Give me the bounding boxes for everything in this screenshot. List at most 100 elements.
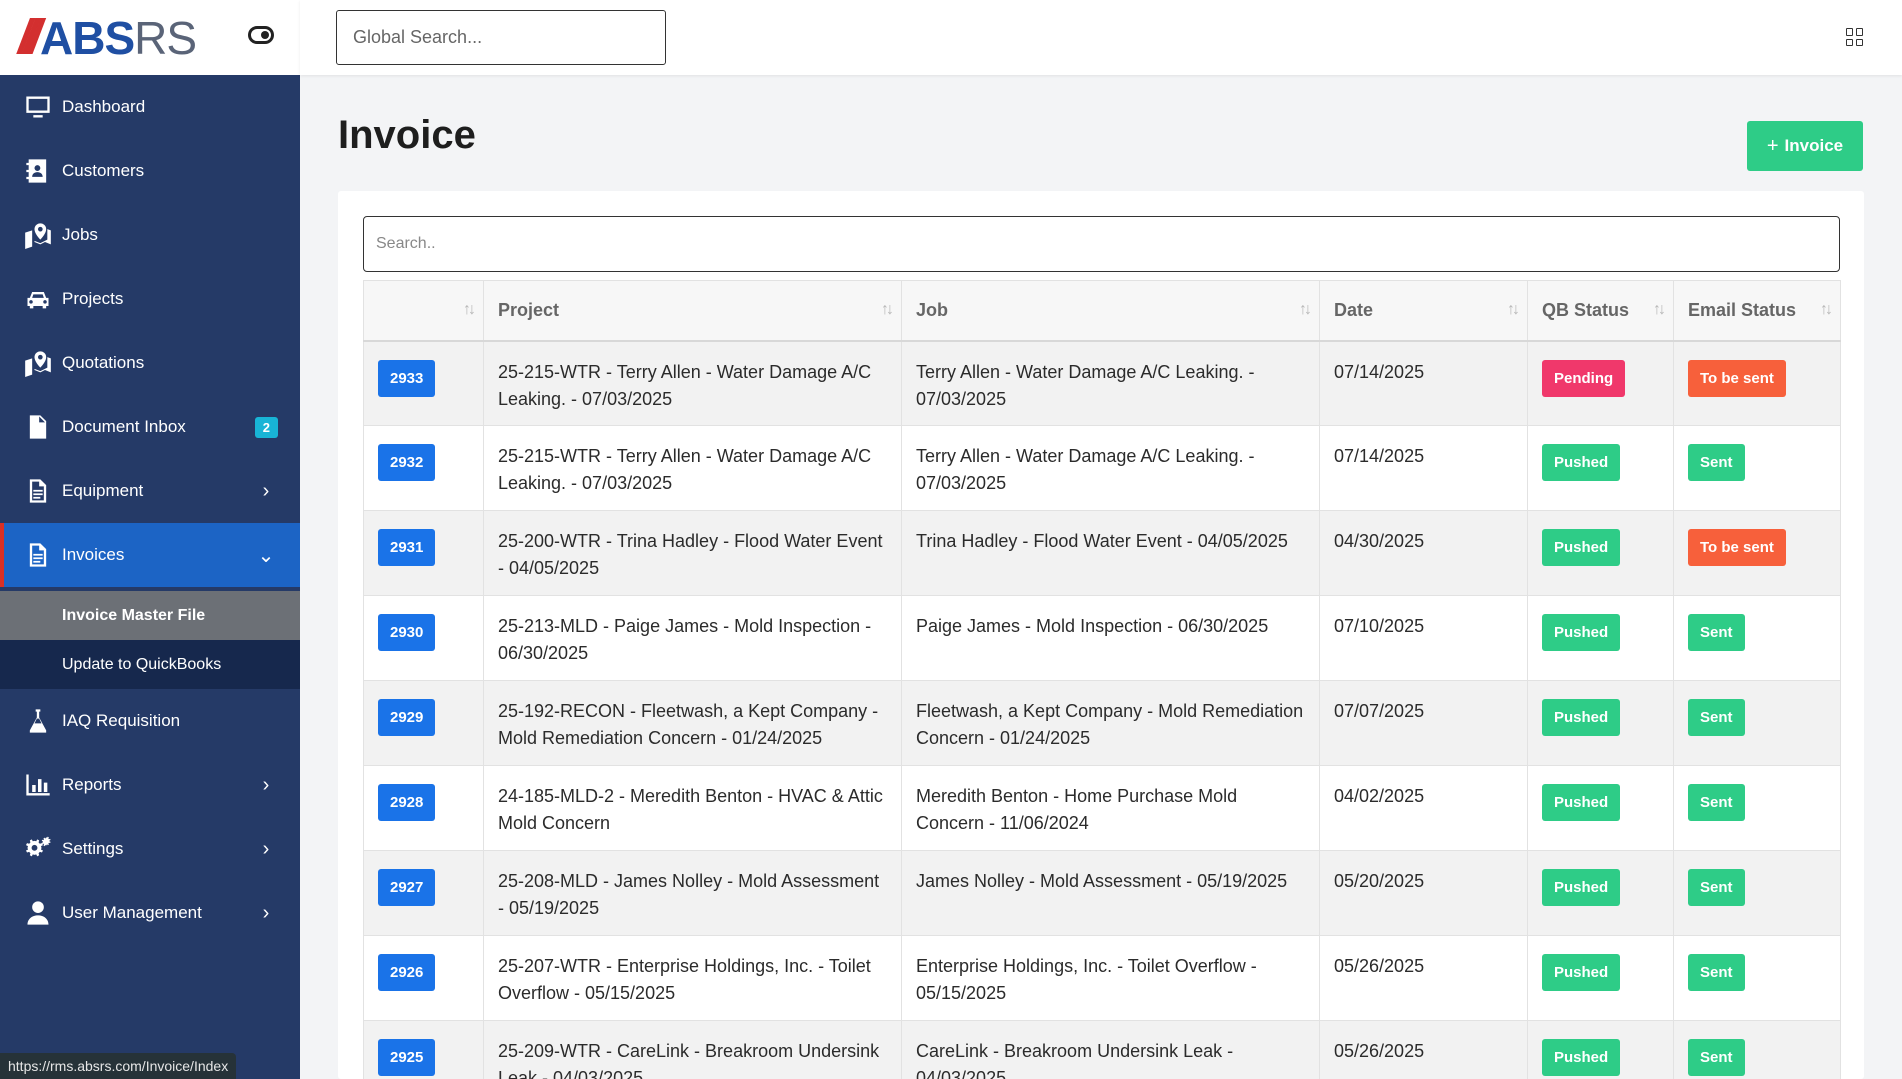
sort-icon[interactable]: ↑↓ (1653, 301, 1666, 319)
cell-date: 05/26/2025 (1319, 935, 1528, 1021)
invoice-table-card: ↑↓ Project↑↓ Job↑↓ Date↑↓ QB Status↑↓ Em… (338, 191, 1864, 1079)
sidebar-item-label: Reports (62, 775, 122, 794)
logo-bar: /// ABSRS (0, 0, 300, 75)
table-row[interactable]: 2932 25-215-WTR - Terry Allen - Water Dam… (363, 425, 1841, 511)
invoice-table-body: 2933 25-215-WTR - Terry Allen - Water Dam… (363, 340, 1841, 1079)
global-search-input[interactable] (336, 10, 666, 65)
sort-icon[interactable]: ↑↓ (1299, 301, 1312, 319)
sort-icon[interactable]: ↑↓ (1820, 301, 1833, 319)
table-row[interactable]: 2930 25-213-MLD - Paige James - Mold Insp… (363, 595, 1841, 681)
sort-icon[interactable]: ↑↓ (1507, 301, 1520, 319)
invoice-id-badge[interactable]: 2928 (378, 784, 436, 821)
sidebar-item-label: Customers (62, 161, 145, 180)
add-invoice-button-label: Invoice (1784, 136, 1844, 155)
sidebar-item-quotations[interactable]: Quotations (0, 331, 300, 395)
table-row[interactable]: 2927 25-208-MLD - James Nolley - Mold Ass… (363, 850, 1841, 936)
sort-icon[interactable]: ↑↓ (881, 301, 894, 319)
link-url-status: https://rms.absrs.com/Invoice/Index (0, 1053, 237, 1079)
email-status-badge: To be sent (1688, 359, 1786, 397)
cell-job: CareLink - Breakroom Undersink Leak - 04… (901, 1020, 1320, 1079)
qb-status-badge: Pushed (1542, 699, 1621, 736)
sidebar-subitem-update-to-quickbooks[interactable]: Update to QuickBooks (0, 640, 300, 689)
invoice-id-badge[interactable]: 2926 (378, 954, 436, 991)
column-header-project[interactable]: Project ↑↓ (483, 280, 902, 342)
document-icon (24, 541, 52, 569)
cell-project: 24-185-MLD-2 - Meredith Benton - HVAC & … (483, 765, 902, 851)
logo[interactable]: ABSRS (40, 11, 197, 65)
cell-id: 2928 (363, 765, 484, 851)
cell-id: 2932 (363, 425, 484, 511)
table-row[interactable]: 2933 25-215-WTR - Terry Allen - Water Dam… (363, 340, 1841, 426)
cell-email-status: Sent (1673, 850, 1841, 936)
bar-chart-icon (24, 771, 52, 799)
document-icon (24, 413, 52, 441)
sidebar-toggle-icon[interactable] (248, 26, 274, 44)
table-row[interactable]: 2928 24-185-MLD-2 - Meredith Benton - HVA… (363, 765, 1841, 851)
cell-project: 25-215-WTR - Terry Allen - Water Damage … (483, 340, 902, 426)
map-pin-icon (24, 221, 52, 249)
column-header-email-status[interactable]: Email Status ↑↓ (1673, 280, 1841, 342)
cell-project: 25-215-WTR - Terry Allen - Water Damage … (483, 425, 902, 511)
cell-job: Terry Allen - Water Damage A/C Leaking. … (901, 340, 1320, 426)
chevron-down-icon: ⌄ (257, 544, 275, 567)
document-icon (24, 477, 52, 505)
monitor-icon (24, 93, 52, 121)
cell-project: 25-209-WTR - CareLink - Breakroom Unders… (483, 1020, 902, 1079)
chevron-right-icon: › (262, 773, 270, 796)
cell-email-status: Sent (1673, 680, 1841, 766)
cell-project: 25-213-MLD - Paige James - Mold Inspecti… (483, 595, 902, 681)
sidebar-item-iaq-requisition[interactable]: IAQ Requisition (0, 689, 300, 753)
cell-date: 05/20/2025 (1319, 850, 1528, 936)
sidebar-item-label: Settings (62, 839, 124, 858)
invoice-id-badge[interactable]: 2929 (378, 699, 436, 736)
sidebar-item-invoices[interactable]: Invoices ⌄ (0, 523, 300, 587)
column-header-qb-status[interactable]: QB Status ↑↓ (1527, 280, 1674, 342)
sidebar-item-reports[interactable]: Reports › (0, 753, 300, 817)
table-search-input[interactable] (363, 216, 1840, 272)
cell-id: 2927 (363, 850, 484, 936)
sort-icon[interactable]: ↑↓ (463, 301, 476, 319)
sidebar-item-settings[interactable]: Settings › (0, 817, 300, 881)
invoice-id-badge[interactable]: 2927 (378, 869, 436, 906)
sidebar-item-jobs[interactable]: Jobs (0, 203, 300, 267)
invoice-id-badge[interactable]: 2931 (378, 529, 436, 566)
column-header-date[interactable]: Date ↑↓ (1319, 280, 1528, 342)
sidebar-item-label: Dashboard (62, 97, 146, 116)
cell-qb-status: Pushed (1527, 935, 1674, 1021)
sidebar-item-label: User Management (62, 903, 202, 922)
apps-grid-icon[interactable] (1846, 28, 1864, 46)
sidebar-item-user-management[interactable]: User Management › (0, 881, 300, 945)
qb-status-badge: Pushed (1542, 784, 1621, 821)
map-pin-icon (24, 349, 52, 377)
invoice-id-badge[interactable]: 2925 (378, 1039, 436, 1076)
cell-date: 05/26/2025 (1319, 1020, 1528, 1079)
invoice-id-badge[interactable]: 2932 (378, 444, 436, 481)
sidebar-item-document-inbox[interactable]: Document Inbox 2 (0, 395, 300, 459)
table-row[interactable]: 2931 25-200-WTR - Trina Hadley - Flood Wa… (363, 510, 1841, 596)
cell-date: 04/02/2025 (1319, 765, 1528, 851)
sidebar-item-dashboard[interactable]: Dashboard (0, 75, 300, 139)
sidebar-item-customers[interactable]: Customers (0, 139, 300, 203)
cell-project: 25-200-WTR - Trina Hadley - Flood Water … (483, 510, 902, 596)
table-row[interactable]: 2926 25-207-WTR - Enterprise Holdings, In… (363, 935, 1841, 1021)
sidebar-subitem-invoice-master-file[interactable]: Invoice Master File (0, 591, 300, 640)
column-header-id[interactable]: ↑↓ (363, 280, 484, 342)
email-status-badge: Sent (1688, 1039, 1745, 1076)
invoice-id-badge[interactable]: 2933 (378, 359, 436, 397)
cell-date: 07/07/2025 (1319, 680, 1528, 766)
invoice-id-badge[interactable]: 2930 (378, 614, 436, 651)
sidebar-item-equipment[interactable]: Equipment › (0, 459, 300, 523)
cell-email-status: Sent (1673, 425, 1841, 511)
table-row[interactable]: 2925 25-209-WTR - CareLink - Breakroom Un… (363, 1020, 1841, 1079)
cell-id: 2926 (363, 935, 484, 1021)
table-row[interactable]: 2929 25-192-RECON - Fleetwash, a Kept Com… (363, 680, 1841, 766)
cell-date: 07/10/2025 (1319, 595, 1528, 681)
column-header-job[interactable]: Job ↑↓ (901, 280, 1320, 342)
cell-qb-status: Pushed (1527, 595, 1674, 681)
add-invoice-button[interactable]: + Invoice (1747, 121, 1863, 171)
table-header-row: ↑↓ Project ↑↓ Job ↑↓ Date ↑↓ QB Status ↑↓ Em… (363, 280, 1841, 342)
sidebar-item-label: Quotations (62, 353, 145, 372)
sidebar-item-projects[interactable]: Projects (0, 267, 300, 331)
cell-job: Meredith Benton - Home Purchase Mold Con… (901, 765, 1320, 851)
cell-job: Enterprise Holdings, Inc. - Toilet Overf… (901, 935, 1320, 1021)
